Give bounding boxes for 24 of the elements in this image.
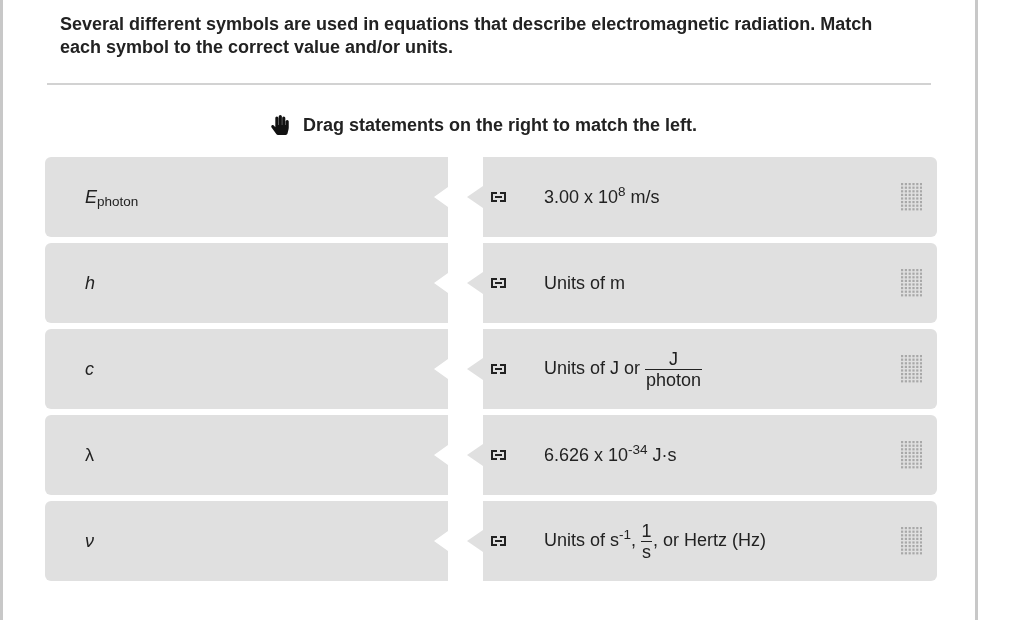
link-icon [491,278,506,288]
drag-handle-icon[interactable] [900,441,922,469]
drag-handle-icon[interactable] [900,527,922,555]
statement-text: Units of m [544,272,627,295]
link-icon [491,450,506,460]
symbol-text: h [85,272,95,295]
symbol-text: c [85,358,94,381]
statement-text: 3.00 x 10$^{8}$ m/s [544,185,661,209]
drag-handle-icon[interactable] [900,183,922,211]
drag-handle-icon[interactable] [900,355,922,383]
link-icon [491,364,506,374]
instruction-text: Drag statements on the right to match the left. [302,114,697,137]
link-icon [491,192,506,202]
question-text: Several different symbols are used in equations that describe electromagnetic radiation. Match each symbol to the correct value and/or units. [60,13,874,59]
symbol-text: λ [85,444,94,467]
statement-card[interactable]: 3.00 x 10$^{8}$ m/s [467,157,937,237]
statement-text: 6.626 x 10$^{-34}$ J·s [544,443,678,467]
statement-card[interactable]: Units of m [467,243,937,323]
link-icon [491,536,506,546]
drag-handle-icon[interactable] [900,269,922,297]
symbol-text: ν [85,530,94,553]
symbol-text: E$_{photon}$ [85,186,139,209]
statement-card[interactable]: 6.626 x 10$^{-34}$ J·s [467,415,937,495]
hand-icon [270,115,289,135]
